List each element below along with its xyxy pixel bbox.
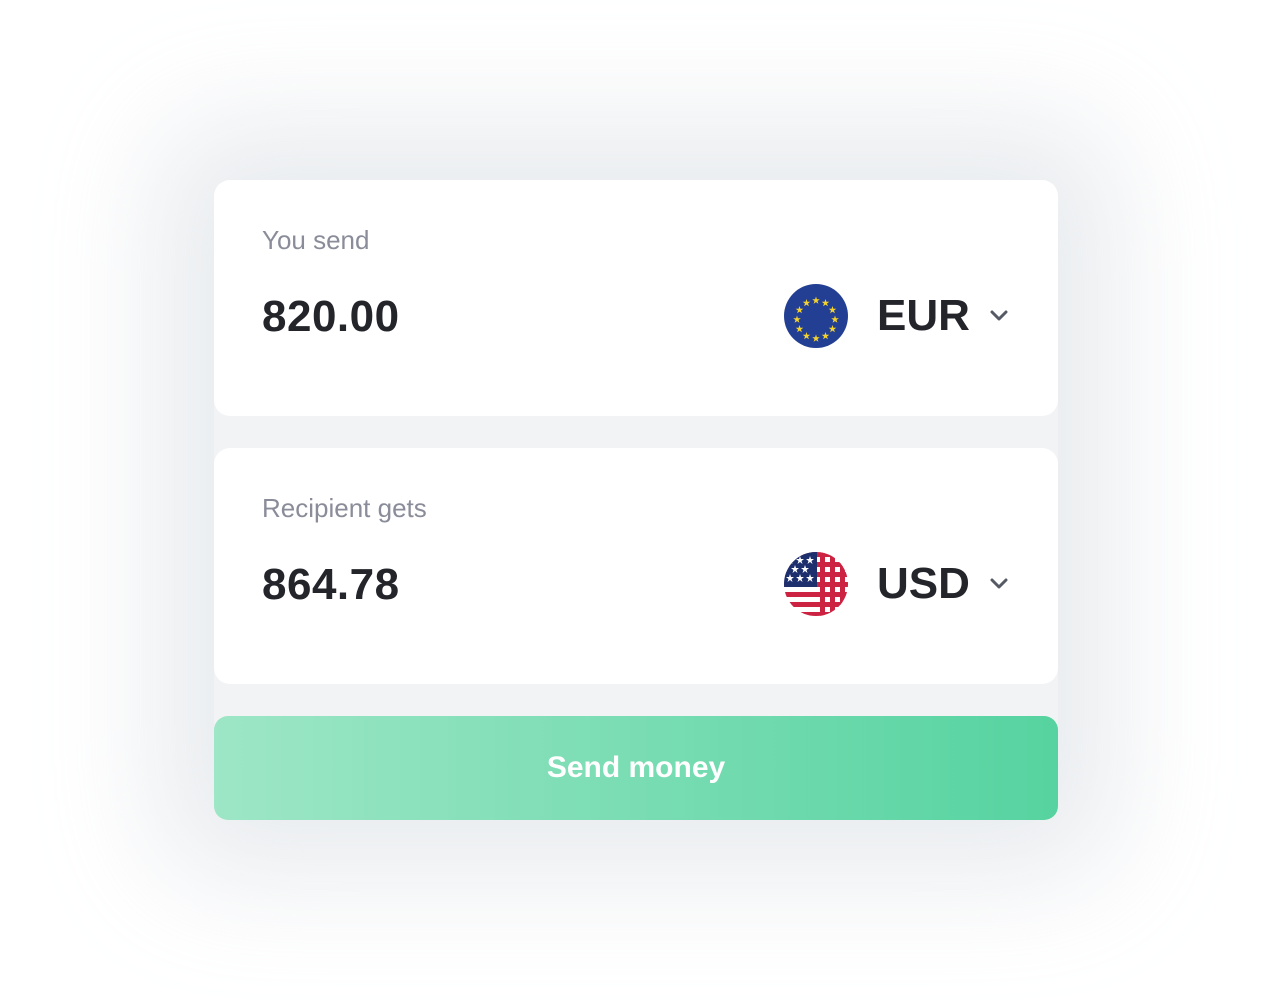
send-currency-code: EUR	[877, 291, 970, 340]
receive-label: Recipient gets	[262, 493, 427, 523]
receive-amount-input[interactable]: 864.78	[262, 558, 400, 612]
send-card: You send 820.00 EUR	[214, 180, 1058, 416]
receive-currency-selector[interactable]: USD	[784, 552, 1010, 616]
us-flag-icon	[784, 552, 848, 616]
send-amount-input[interactable]: 820.00	[262, 290, 400, 344]
chevron-down-icon[interactable]	[988, 305, 1010, 327]
send-currency-selector[interactable]: EUR	[784, 284, 1010, 348]
receive-card: Recipient gets 864.78 USD	[214, 448, 1058, 684]
eu-flag-icon	[784, 284, 848, 348]
send-label: You send	[262, 225, 370, 255]
receive-currency-code: USD	[877, 559, 970, 608]
send-money-button[interactable]: Send money	[214, 716, 1058, 820]
chevron-down-icon[interactable]	[988, 573, 1010, 595]
converter-widget: You send 820.00 EUR Recipient gets 864.7…	[0, 0, 1272, 1000]
